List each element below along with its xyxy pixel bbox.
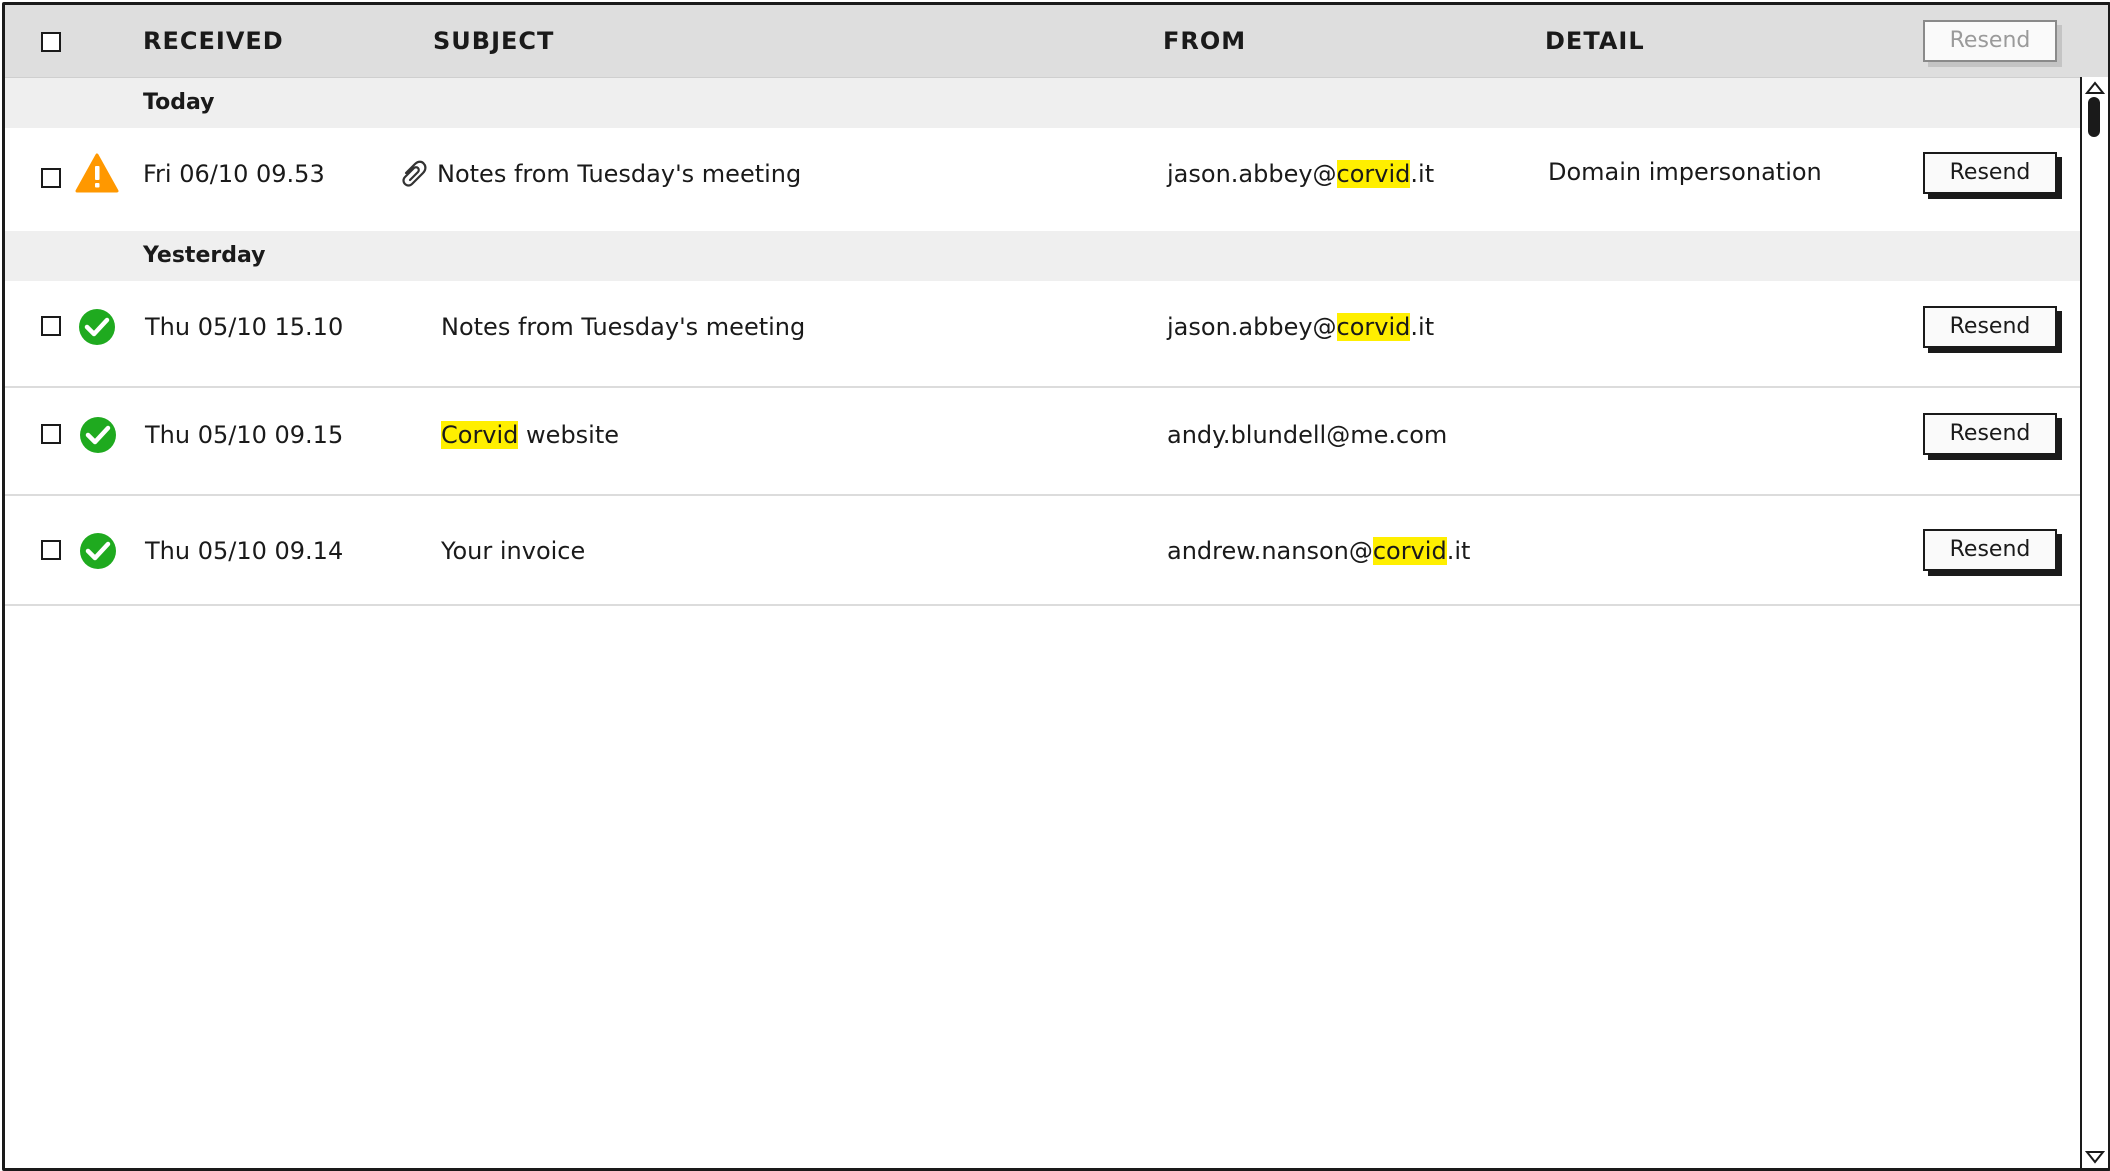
scroll-down-arrow-icon[interactable] — [2085, 1150, 2105, 1164]
scroll-up-arrow-icon[interactable] — [2085, 81, 2105, 95]
resend-selected-button[interactable]: Resend — [1923, 20, 2057, 62]
check-circle-icon — [80, 417, 116, 453]
column-header-detail[interactable]: DETAIL — [1545, 27, 1645, 55]
column-header-received[interactable]: RECEIVED — [143, 27, 284, 55]
subject-text: Corvid website — [441, 421, 620, 449]
resend-button[interactable]: Resend — [1923, 413, 2057, 455]
row-checkbox[interactable] — [41, 540, 61, 560]
scrollbar-thumb[interactable] — [2088, 97, 2100, 137]
from-address: andrew.nanson@corvid.it — [1167, 537, 1471, 565]
row-checkbox[interactable] — [41, 316, 61, 336]
row-checkbox[interactable] — [41, 168, 61, 188]
domain-highlight: corvid — [1336, 313, 1411, 341]
received-time: Thu 05/10 15.10 — [145, 313, 344, 341]
received-time: Thu 05/10 09.14 — [145, 537, 344, 565]
check-circle-icon — [80, 533, 116, 569]
detail-text: Domain impersonation — [1548, 158, 1822, 186]
domain-highlight: corvid — [1336, 160, 1411, 188]
from-address: jason.abbey@corvid.it — [1167, 313, 1435, 341]
row-checkbox[interactable] — [41, 424, 61, 444]
table-header: RECEIVED SUBJECT FROM DETAIL Resend — [5, 5, 2108, 78]
table-row[interactable]: Thu 05/10 15.10 Notes from Tuesday's mee… — [5, 281, 2080, 388]
check-circle-icon — [79, 309, 115, 345]
group-header-yesterday: Yesterday — [5, 231, 2080, 281]
vertical-scrollbar[interactable] — [2080, 77, 2108, 1168]
resend-button[interactable]: Resend — [1923, 152, 2057, 194]
group-label: Today — [143, 90, 215, 115]
column-header-subject[interactable]: SUBJECT — [433, 27, 554, 55]
resend-button[interactable]: Resend — [1923, 306, 2057, 348]
select-all-checkbox[interactable] — [41, 32, 61, 52]
from-address: jason.abbey@corvid.it — [1167, 160, 1435, 188]
message-list-window: RECEIVED SUBJECT FROM DETAIL Resend Toda… — [2, 2, 2110, 1171]
domain-highlight: corvid — [1372, 537, 1447, 565]
group-label: Yesterday — [143, 243, 266, 268]
subject-text: Notes from Tuesday's meeting — [441, 313, 806, 341]
subject-text: Your invoice — [441, 537, 586, 565]
warning-icon — [75, 153, 119, 193]
subject-text: Notes from Tuesday's meeting — [437, 160, 802, 188]
resend-button[interactable]: Resend — [1923, 529, 2057, 571]
received-time: Fri 06/10 09.53 — [143, 160, 325, 188]
received-time: Thu 05/10 09.15 — [145, 421, 344, 449]
table-row[interactable]: Thu 05/10 09.15 Corvid website andy.blun… — [5, 388, 2080, 496]
subject-highlight: Corvid — [441, 421, 519, 449]
from-address: andy.blundell@me.com — [1167, 421, 1448, 449]
attachment-icon — [402, 160, 427, 187]
table-row[interactable]: Fri 06/10 09.53 Notes from Tuesday's mee… — [5, 128, 2080, 230]
group-header-today: Today — [5, 78, 2080, 128]
column-header-from[interactable]: FROM — [1163, 27, 1246, 55]
table-row[interactable]: Thu 05/10 09.14 Your invoice andrew.nans… — [5, 496, 2080, 606]
